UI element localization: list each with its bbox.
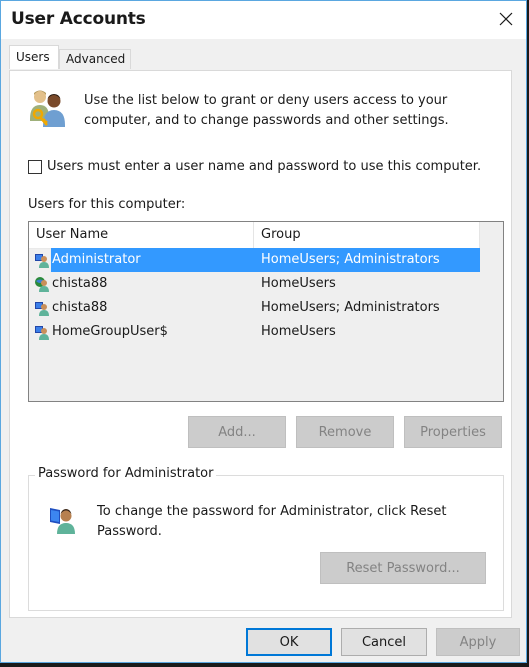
require-login-label: Users must enter a user name and passwor…	[47, 159, 482, 174]
column-header-group[interactable]: Group	[254, 222, 480, 248]
users-tab-panel: Use the list below to grant or deny user…	[9, 70, 512, 618]
local-user-icon	[35, 302, 49, 316]
list-header: User Name Group	[29, 222, 480, 249]
title-bar: User Accounts	[1, 1, 526, 39]
user-accounts-dialog: User Accounts Users Advanced Use the lis…	[0, 0, 527, 663]
user-group: HomeUsers; Administrators	[261, 300, 440, 315]
require-login-row[interactable]: Users must enter a user name and passwor…	[28, 159, 481, 174]
local-user-icon	[35, 326, 49, 340]
microsoft-account-user-icon	[35, 277, 49, 292]
ok-button[interactable]: OK	[246, 628, 332, 656]
tab-users[interactable]: Users	[9, 45, 59, 69]
user-name: HomeGroupUser$	[52, 324, 168, 339]
user-group: HomeUsers	[261, 324, 336, 339]
column-header-user-name[interactable]: User Name	[29, 222, 254, 248]
require-login-checkbox[interactable]	[28, 159, 42, 174]
users-list-label: Users for this computer:	[28, 197, 186, 212]
reset-password-button[interactable]: Reset Password...	[320, 552, 486, 584]
apply-button[interactable]: Apply	[436, 628, 520, 656]
close-button[interactable]	[494, 7, 518, 31]
intro-text: Use the list below to grant or deny user…	[84, 93, 449, 128]
window-title: User Accounts	[11, 9, 146, 29]
user-name: Administrator	[52, 252, 141, 267]
table-row[interactable]: Administrator HomeUsers; Administrators	[29, 248, 480, 272]
close-icon	[499, 12, 513, 26]
users-list[interactable]: User Name Group Administrator HomeUsers;…	[28, 221, 504, 402]
password-instructions: To change the password for Administrator…	[97, 504, 447, 539]
properties-button[interactable]: Properties	[404, 416, 502, 448]
user-group: HomeUsers	[261, 276, 336, 291]
user-group: HomeUsers; Administrators	[261, 252, 440, 267]
local-user-icon	[35, 254, 49, 268]
table-row[interactable]: HomeGroupUser$ HomeUsers	[29, 320, 480, 344]
user-computer-icon	[50, 508, 75, 534]
password-groupbox: Password for Administrator To change the…	[28, 466, 504, 611]
users-key-icon	[30, 90, 65, 127]
tab-advanced[interactable]: Advanced	[59, 49, 131, 69]
table-row[interactable]: chista88 HomeUsers	[29, 272, 480, 296]
user-name: chista88	[52, 276, 108, 291]
remove-user-button[interactable]: Remove	[296, 416, 394, 448]
password-groupbox-title: Password for Administrator	[35, 466, 217, 481]
user-name: chista88	[52, 300, 108, 315]
cancel-button[interactable]: Cancel	[341, 628, 427, 656]
add-user-button[interactable]: Add...	[188, 416, 286, 448]
table-row[interactable]: chista88 HomeUsers; Administrators	[29, 296, 480, 320]
